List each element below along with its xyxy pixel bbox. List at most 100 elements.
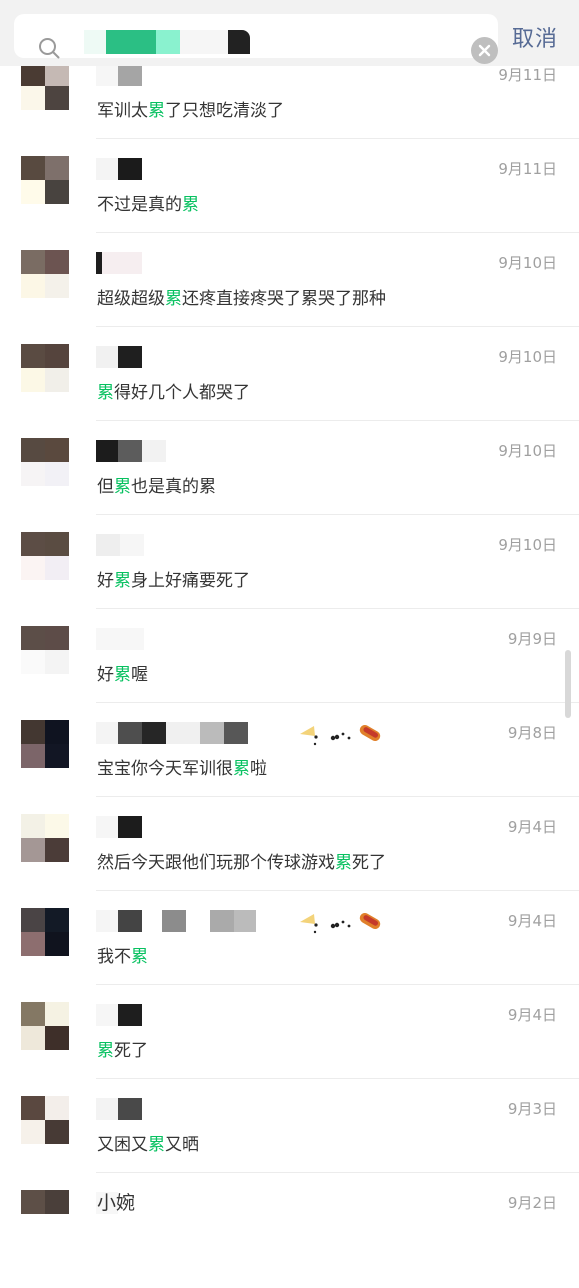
redacted-query [84,30,264,54]
redacted-contact-name [96,158,142,180]
avatar[interactable] [21,344,69,392]
row-divider [96,232,579,233]
snippet-text-after: 还疼直接疼哭了累哭了那种 [182,289,386,309]
search-result-row[interactable]: 9月4日 我不累 [0,908,579,1006]
keyword-highlight: 累 [165,289,182,309]
decorative-emoji-icon [297,908,387,943]
keyword-highlight: 累 [97,1041,114,1061]
message-snippet: 我不累 [97,942,148,967]
avatar[interactable] [21,908,69,956]
search-result-row[interactable]: 9月9日好累喔 [0,626,579,724]
message-snippet: 但累也是真的累 [97,472,216,497]
message-date: 9月10日 [498,348,557,366]
redacted-contact-name [96,628,144,650]
keyword-highlight: 累 [335,853,352,873]
message-date: 9月3日 [507,1100,557,1118]
avatar[interactable] [21,1002,69,1050]
message-snippet: 宝宝你今天军训很累啦 [97,754,267,779]
avatar[interactable] [21,720,69,768]
snippet-text-before: 我不 [97,947,131,967]
message-date: 9月8日 [507,724,557,742]
avatar[interactable] [21,532,69,580]
decorative-emoji-icon [297,720,387,755]
avatar[interactable] [21,1096,69,1144]
redacted-contact-name [96,816,142,838]
row-divider [96,890,579,891]
keyword-highlight: 累 [114,665,131,685]
search-result-row[interactable]: 9月11日军训太累了只想吃清淡了 [0,62,579,160]
avatar[interactable] [21,626,69,674]
avatar[interactable] [21,438,69,486]
snippet-text-after: 也是真的累 [131,477,216,497]
search-result-row[interactable]: 9月10日 好累身上好痛要死了 [0,532,579,630]
avatar[interactable] [21,1190,69,1238]
snippet-text-before: 然后今天跟他们玩那个传球游戏 [97,853,335,873]
snippet-text-before: 好 [97,665,114,685]
message-snippet: 不过是真的累 [97,190,199,215]
avatar[interactable] [21,62,69,110]
row-divider [96,326,579,327]
search-result-row[interactable]: 9月3日又困又累又晒 [0,1096,579,1194]
scrollbar-thumb[interactable] [565,650,571,718]
snippet-text-before: 宝宝你今天军训很 [97,759,233,779]
snippet-text-after: 得好几个人都哭了 [114,383,250,403]
message-date: 9月9日 [507,630,557,648]
avatar[interactable] [21,156,69,204]
search-result-row[interactable]: 9月10日 累得好几个人都哭了 [0,344,579,442]
redacted-contact-name [96,534,144,556]
message-snippet: 好累喔 [97,660,148,685]
row-divider [96,420,579,421]
row-divider [96,702,579,703]
cancel-button[interactable]: 取消 [512,21,558,53]
message-date: 9月4日 [507,818,557,836]
message-date: 9月11日 [498,66,557,84]
snippet-text-after: 身上好痛要死了 [131,571,250,591]
redacted-contact-name [96,64,142,86]
keyword-highlight: 累 [148,1135,165,1155]
search-result-row[interactable]: 9月2日 小婉 [0,1190,579,1288]
search-result-row[interactable]: 9月10日但累也是真的累 [0,438,579,536]
search-result-row[interactable]: 9月10日 超级超级累还疼直接疼哭了累哭了那种 [0,250,579,348]
message-date: 9月10日 [498,254,557,272]
snippet-text-before: 但 [97,477,114,497]
row-divider [96,984,579,985]
snippet-text-after: 又晒 [165,1135,199,1155]
keyword-highlight: 累 [182,195,199,215]
redacted-contact-name [96,910,256,932]
search-icon [39,38,60,59]
keyword-highlight: 累 [114,571,131,591]
snippet-text-after: 死了 [114,1041,148,1061]
message-date: 9月4日 [507,1006,557,1024]
search-result-row[interactable]: 9月4日然后今天跟他们玩那个传球游戏累死了 [0,814,579,912]
search-bar: 取消 [0,0,579,66]
message-snippet: 然后今天跟他们玩那个传球游戏累死了 [97,848,386,873]
keyword-highlight: 累 [131,947,148,967]
search-result-row[interactable]: 9月11日不过是真的累 [0,156,579,254]
row-divider [96,796,579,797]
avatar[interactable] [21,250,69,298]
clear-icon[interactable] [471,37,498,64]
search-result-row[interactable]: 9月8日宝宝你今天军训很累啦 [0,720,579,818]
message-snippet: 军训太累了只想吃清淡了 [97,96,284,121]
snippet-text-after: 喔 [131,665,148,685]
search-input[interactable] [14,14,498,64]
snippet-text-before: 不过是真的 [97,195,182,215]
row-divider [96,138,579,139]
snippet-text-before: 又困又 [97,1135,148,1155]
snippet-text-after: 了只想吃清淡了 [165,101,284,121]
row-divider [96,1172,579,1173]
row-divider [96,514,579,515]
search-result-row[interactable]: 9月4日累死了 [0,1002,579,1100]
redacted-contact-name [96,1004,142,1026]
keyword-highlight: 累 [148,101,165,121]
message-date: 9月10日 [498,536,557,554]
contact-name: 小婉 [97,1192,136,1214]
message-date: 9月10日 [498,442,557,460]
row-divider [96,608,579,609]
avatar[interactable] [21,814,69,862]
snippet-text-after: 死了 [352,853,386,873]
redacted-contact-name [96,440,166,462]
keyword-highlight: 累 [233,759,250,779]
message-date: 9月11日 [498,160,557,178]
keyword-highlight: 累 [114,477,131,497]
